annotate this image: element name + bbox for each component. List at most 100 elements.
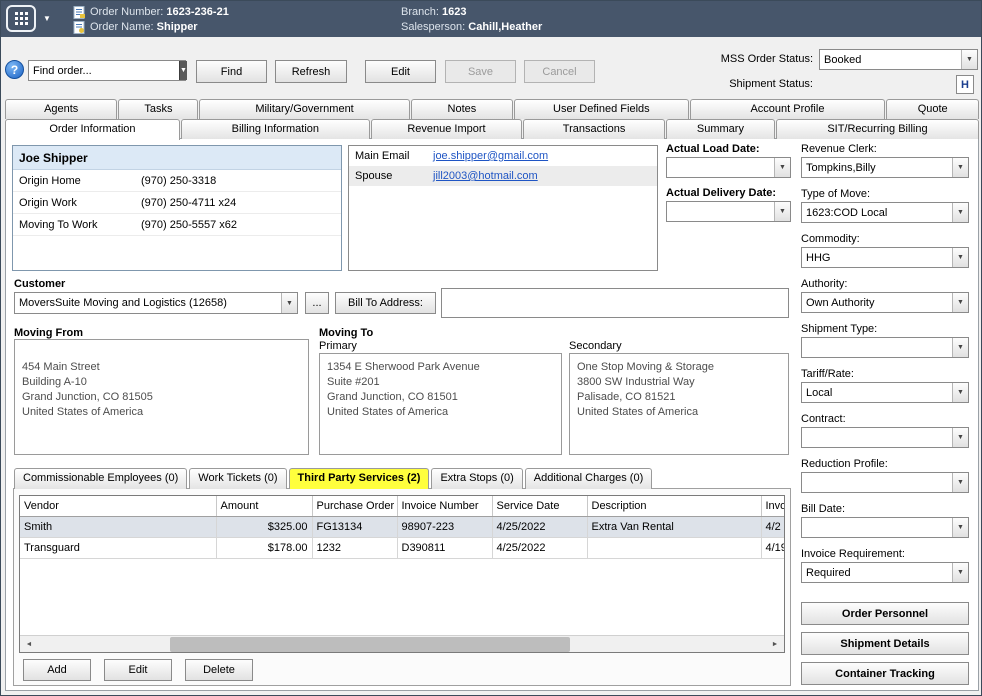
chevron-down-icon[interactable]: ▼: [43, 14, 51, 23]
grid-row[interactable]: Transguard $178.00 1232 D390811 4/25/202…: [20, 537, 785, 558]
tab-user-defined-fields[interactable]: User Defined Fields: [514, 99, 688, 119]
authority-select[interactable]: Own Authority ▼: [801, 292, 969, 313]
reduction-profile-select[interactable]: ▼: [801, 472, 969, 493]
column-header-vendor[interactable]: Vendor: [20, 496, 216, 516]
revenue-clerk-select[interactable]: Tompkins,Billy ▼: [801, 157, 969, 178]
grid-cell[interactable]: FG13134: [312, 516, 397, 537]
find-button[interactable]: Find: [196, 60, 267, 83]
grid-cell[interactable]: 98907-223: [397, 516, 492, 537]
tab-quote[interactable]: Quote: [886, 99, 979, 119]
edit-row-button[interactable]: Edit: [104, 659, 172, 681]
chevron-down-icon[interactable]: ▼: [952, 248, 968, 267]
chevron-down-icon[interactable]: ▼: [952, 158, 968, 177]
tariff-rate-select[interactable]: Local ▼: [801, 382, 969, 403]
column-header-invoice-number[interactable]: Invoice Number: [397, 496, 492, 516]
delete-button[interactable]: Delete: [185, 659, 253, 681]
customer-select[interactable]: MoversSuite Moving and Logistics (12658)…: [14, 292, 298, 314]
column-header-purchase-order[interactable]: Purchase Order: [312, 496, 397, 516]
tab-account-profile[interactable]: Account Profile: [690, 99, 886, 119]
bill-to-address-box[interactable]: [441, 288, 789, 318]
tab-extra-stops[interactable]: Extra Stops (0): [431, 468, 522, 489]
help-icon[interactable]: ?: [5, 60, 24, 79]
tab-sit-recurring-billing[interactable]: SIT/Recurring Billing: [776, 119, 979, 139]
tab-revenue-import[interactable]: Revenue Import: [371, 119, 522, 139]
tab-row-1: Agents Tasks Military/Government Notes U…: [5, 99, 979, 119]
add-button[interactable]: Add: [23, 659, 91, 681]
commodity-select[interactable]: HHG ▼: [801, 247, 969, 268]
grid-cell[interactable]: 1232: [312, 537, 397, 558]
tab-work-tickets[interactable]: Work Tickets (0): [189, 468, 286, 489]
bill-to-address-button[interactable]: Bill To Address:: [335, 292, 436, 314]
save-button[interactable]: Save: [445, 60, 516, 83]
chevron-down-icon[interactable]: ▼: [281, 293, 297, 313]
scroll-right-icon[interactable]: ►: [767, 637, 783, 652]
chevron-down-icon[interactable]: ▼: [952, 518, 968, 537]
chevron-down-icon[interactable]: ▼: [952, 383, 968, 402]
grid-cell[interactable]: 4/25/2022: [492, 516, 587, 537]
shipment-type-select[interactable]: ▼: [801, 337, 969, 358]
moving-to-primary-address[interactable]: 1354 E Sherwood Park Avenue Suite #201 G…: [319, 353, 562, 455]
invoice-requirement-select[interactable]: Required ▼: [801, 562, 969, 583]
grid-cell[interactable]: Extra Van Rental: [587, 516, 761, 537]
chevron-down-icon[interactable]: ▼: [952, 203, 968, 222]
grid-cell[interactable]: Transguard: [20, 537, 216, 558]
edit-button[interactable]: Edit: [365, 60, 436, 83]
grid-cell[interactable]: $178.00: [216, 537, 312, 558]
grid-cell[interactable]: 4/2: [761, 516, 785, 537]
scroll-left-icon[interactable]: ◄: [21, 637, 37, 652]
chevron-down-icon[interactable]: ▼: [952, 563, 968, 582]
customer-browse-button[interactable]: ...: [305, 292, 329, 314]
chevron-down-icon[interactable]: ▼: [952, 473, 968, 492]
grid-cell[interactable]: D390811: [397, 537, 492, 558]
tab-order-information[interactable]: Order Information: [5, 119, 180, 140]
type-of-move-select[interactable]: 1623:COD Local ▼: [801, 202, 969, 223]
tab-third-party-services[interactable]: Third Party Services (2): [289, 468, 430, 489]
history-button[interactable]: H: [956, 75, 974, 94]
scrollbar-thumb[interactable]: [170, 637, 570, 652]
column-header-description[interactable]: Description: [587, 496, 761, 516]
shipment-details-button[interactable]: Shipment Details: [801, 632, 969, 655]
bill-date-select[interactable]: ▼: [801, 517, 969, 538]
email-link[interactable]: joe.shipper@gmail.com: [433, 150, 548, 162]
tab-summary[interactable]: Summary: [666, 119, 775, 139]
tab-agents[interactable]: Agents: [5, 99, 117, 119]
moving-to-secondary-address[interactable]: One Stop Moving & Storage 3800 SW Indust…: [569, 353, 789, 455]
tab-military-government[interactable]: Military/Government: [199, 99, 409, 119]
order-personnel-button[interactable]: Order Personnel: [801, 602, 969, 625]
tab-additional-charges[interactable]: Additional Charges (0): [525, 468, 652, 489]
chevron-down-icon[interactable]: ▼: [952, 428, 968, 447]
column-header-invoice[interactable]: Invoice: [761, 496, 785, 516]
chevron-down-icon[interactable]: ▼: [774, 202, 790, 221]
tab-transactions[interactable]: Transactions: [523, 119, 665, 139]
actual-delivery-date-select[interactable]: ▼: [666, 201, 791, 222]
app-menu-button[interactable]: [6, 5, 36, 32]
tab-tasks[interactable]: Tasks: [118, 99, 198, 119]
tab-notes[interactable]: Notes: [411, 99, 514, 119]
refresh-button[interactable]: Refresh: [275, 60, 347, 83]
horizontal-scrollbar[interactable]: ◄ ►: [20, 635, 784, 652]
grid-cell[interactable]: 4/19: [761, 537, 785, 558]
find-order-input[interactable]: [29, 65, 179, 77]
grid-cell[interactable]: 4/25/2022: [492, 537, 587, 558]
grid-row[interactable]: Smith $325.00 FG13134 98907-223 4/25/202…: [20, 516, 785, 537]
chevron-down-icon[interactable]: ▼: [961, 50, 977, 69]
tab-billing-information[interactable]: Billing Information: [181, 119, 370, 139]
moving-from-address[interactable]: 454 Main Street Building A-10 Grand Junc…: [14, 339, 309, 455]
grid-cell[interactable]: $325.00: [216, 516, 312, 537]
email-link[interactable]: jill2003@hotmail.com: [433, 170, 538, 182]
chevron-down-icon[interactable]: ▼: [952, 338, 968, 357]
column-header-amount[interactable]: Amount: [216, 496, 312, 516]
mss-order-status-select[interactable]: Booked ▼: [819, 49, 978, 70]
grid-cell[interactable]: [587, 537, 761, 558]
tab-commissionable-employees[interactable]: Commissionable Employees (0): [14, 468, 187, 489]
find-order-combo[interactable]: ▼: [28, 60, 186, 81]
chevron-down-icon[interactable]: ▼: [952, 293, 968, 312]
actual-load-date-select[interactable]: ▼: [666, 157, 791, 178]
chevron-down-icon[interactable]: ▼: [774, 158, 790, 177]
grid-cell[interactable]: Smith: [20, 516, 216, 537]
chevron-down-icon[interactable]: ▼: [179, 61, 187, 80]
column-header-service-date[interactable]: Service Date: [492, 496, 587, 516]
contract-select[interactable]: ▼: [801, 427, 969, 448]
container-tracking-button[interactable]: Container Tracking: [801, 662, 969, 685]
cancel-button[interactable]: Cancel: [524, 60, 595, 83]
